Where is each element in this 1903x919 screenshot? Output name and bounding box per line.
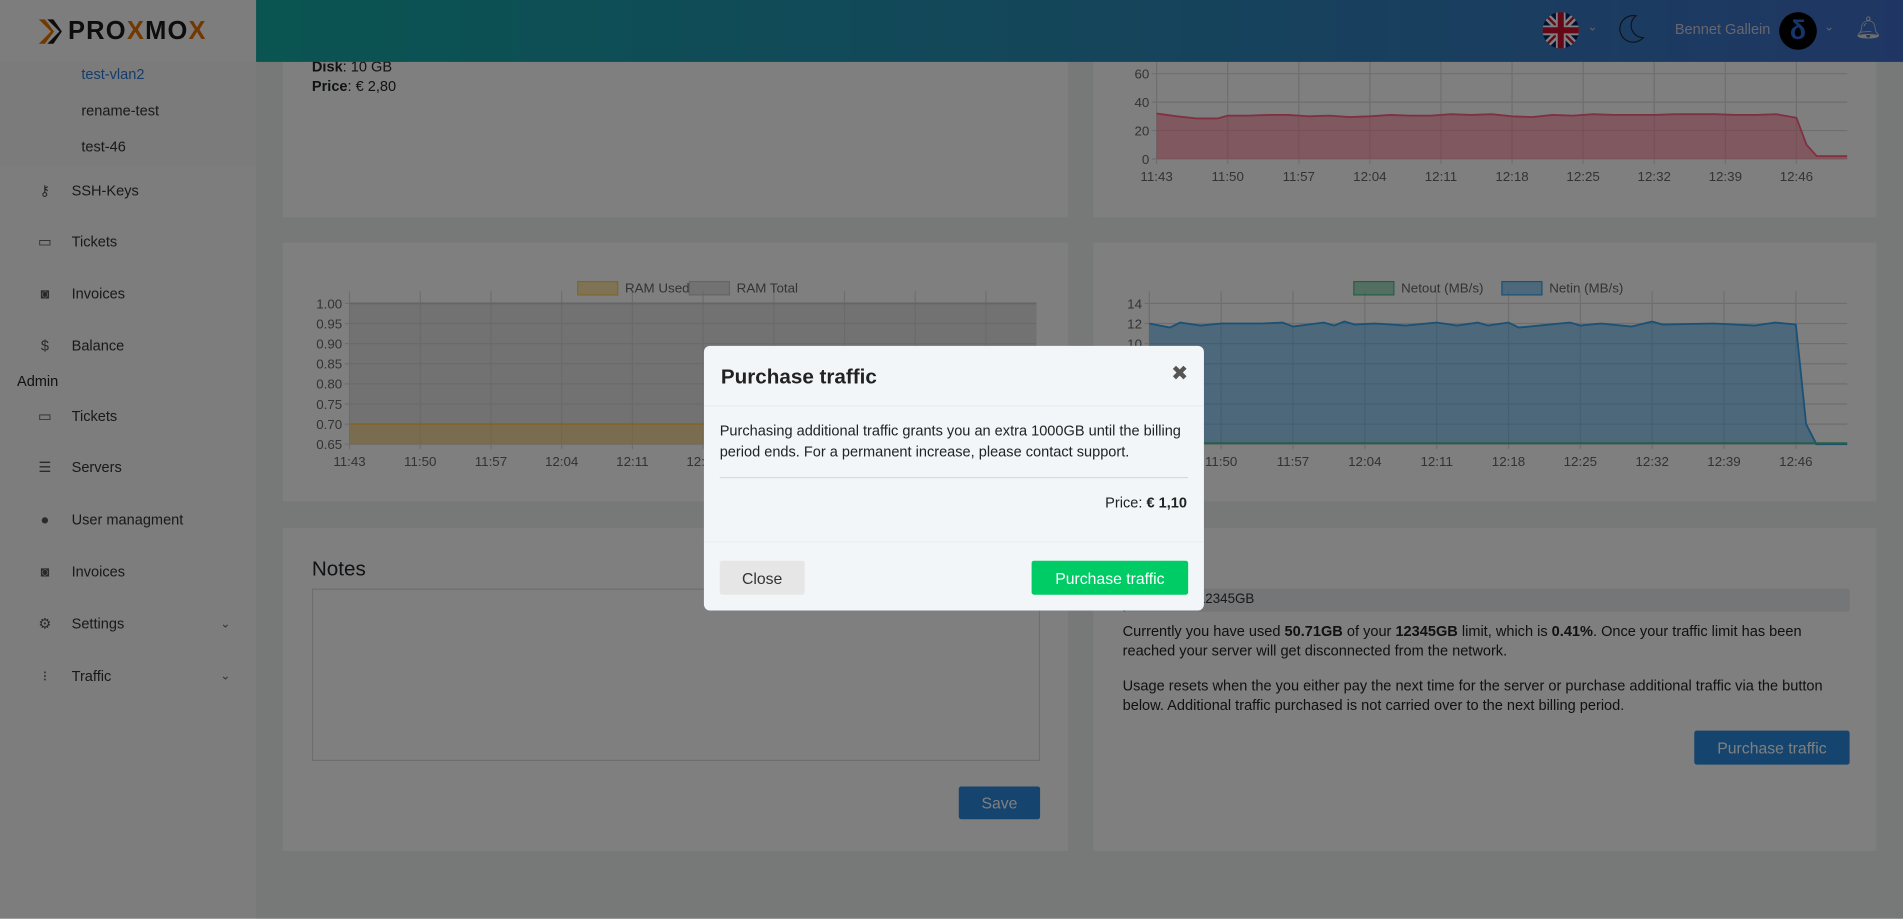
close-icon[interactable]: ✖ (1171, 362, 1188, 386)
modal-header-divider (703, 405, 1204, 407)
modal-title: Purchase traffic (720, 365, 877, 389)
modal-divider (719, 476, 1189, 479)
purchase-traffic-modal: Purchase traffic ✖ Purchasing additional… (703, 345, 1204, 611)
close-button[interactable]: Close (719, 560, 805, 595)
modal-footer-divider (703, 541, 1204, 543)
modal-price: Price: € 1,10 (1105, 493, 1187, 511)
modal-body-text: Purchasing additional traffic grants you… (719, 422, 1181, 460)
confirm-purchase-traffic-button[interactable]: Purchase traffic (1031, 560, 1189, 595)
